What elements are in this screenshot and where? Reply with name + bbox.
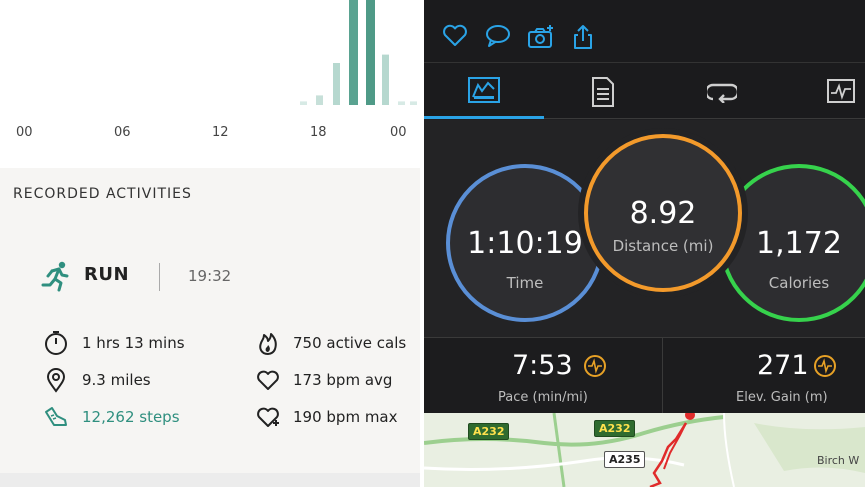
bpm-avg-value: 173 bpm avg bbox=[293, 371, 393, 389]
bpm-max-value: 190 bpm max bbox=[293, 408, 398, 426]
steps-histogram bbox=[300, 0, 417, 105]
tab-chart[interactable] bbox=[827, 79, 855, 107]
camera-add-icon[interactable] bbox=[527, 24, 555, 54]
heart-icon[interactable] bbox=[442, 24, 468, 52]
tab-details[interactable] bbox=[590, 77, 616, 111]
time-label: Time bbox=[506, 274, 544, 292]
road-label-a232-1: A232 bbox=[468, 423, 510, 440]
histogram-bar bbox=[349, 0, 358, 105]
distance-ring: 8.92 Distance (mi) bbox=[584, 134, 742, 292]
active-tab-indicator bbox=[424, 116, 544, 119]
metrics-divider bbox=[662, 338, 663, 414]
pace-pulse-icon bbox=[584, 355, 606, 377]
section-title: RECORDED ACTIVITIES bbox=[13, 186, 192, 202]
stopwatch-icon bbox=[43, 330, 69, 356]
tab-summary[interactable] bbox=[468, 77, 500, 107]
elev-label: Elev. Gain (m) bbox=[736, 390, 828, 405]
heart-outline-icon bbox=[255, 367, 281, 393]
calories-value: 1,172 bbox=[756, 226, 842, 261]
elev-pulse-icon bbox=[814, 355, 836, 377]
bottom-strip bbox=[0, 473, 420, 487]
action-toolbar bbox=[424, 0, 865, 63]
place-label: Birch W bbox=[817, 454, 860, 467]
active-cals-value: 750 active cals bbox=[293, 334, 407, 352]
x-label-06: 06 bbox=[114, 125, 131, 140]
garmin-panel: 1:10:19 Time 1,172 Calories 8.92 Distanc… bbox=[424, 0, 865, 487]
metrics-row: 7:53 Pace (min/mi) 271 Elev. Gain (m) bbox=[424, 337, 865, 414]
tab-bar bbox=[424, 63, 865, 119]
distance-ring-label: Distance (mi) bbox=[612, 237, 714, 255]
histogram-bar bbox=[300, 101, 307, 105]
x-label-00: 00 bbox=[16, 125, 33, 140]
histogram-bar bbox=[398, 101, 405, 105]
location-pin-icon bbox=[43, 367, 69, 393]
run-icon bbox=[40, 260, 72, 296]
share-icon[interactable] bbox=[572, 24, 594, 54]
pace-value: 7:53 bbox=[512, 350, 573, 381]
distance-ring-value: 8.92 bbox=[629, 196, 697, 231]
duration-value: 1 hrs 13 mins bbox=[82, 334, 185, 352]
pace-label: Pace (min/mi) bbox=[498, 390, 588, 405]
heart-plus-icon bbox=[255, 404, 281, 430]
stats-rings: 1:10:19 Time 1,172 Calories 8.92 Distanc… bbox=[424, 120, 865, 337]
histogram-bar bbox=[316, 95, 323, 105]
calories-ring: 1,172 Calories bbox=[720, 164, 865, 322]
elev-value: 271 bbox=[757, 350, 809, 381]
activity-panel: 00 06 12 18 00 RECORDED ACTIVITIES RUN 1… bbox=[0, 0, 420, 487]
histogram-bar bbox=[366, 0, 375, 105]
steps-value: 12,262 steps bbox=[82, 408, 180, 426]
activity-type: RUN bbox=[84, 264, 130, 285]
time-ring: 1:10:19 Time bbox=[446, 164, 604, 322]
x-label-12: 12 bbox=[212, 125, 229, 140]
x-label-18: 18 bbox=[310, 125, 327, 140]
road-label-a235: A235 bbox=[604, 451, 646, 468]
histogram-bar bbox=[333, 63, 340, 105]
calories-label: Calories bbox=[768, 274, 830, 292]
x-label-00-end: 00 bbox=[390, 125, 407, 140]
flame-icon bbox=[255, 330, 281, 356]
comment-icon[interactable] bbox=[484, 24, 512, 52]
route-map[interactable]: A232 A232 A235 Birch W bbox=[424, 413, 865, 487]
tab-laps[interactable] bbox=[704, 81, 740, 107]
histogram-bar bbox=[382, 54, 389, 105]
time-value: 1:10:19 bbox=[467, 226, 583, 261]
road-label-a232-2: A232 bbox=[594, 420, 636, 437]
histogram-bar bbox=[410, 101, 417, 105]
shoe-icon bbox=[43, 404, 69, 430]
distance-value: 9.3 miles bbox=[82, 371, 151, 389]
activity-time: 19:32 bbox=[188, 267, 232, 285]
divider bbox=[159, 263, 160, 291]
